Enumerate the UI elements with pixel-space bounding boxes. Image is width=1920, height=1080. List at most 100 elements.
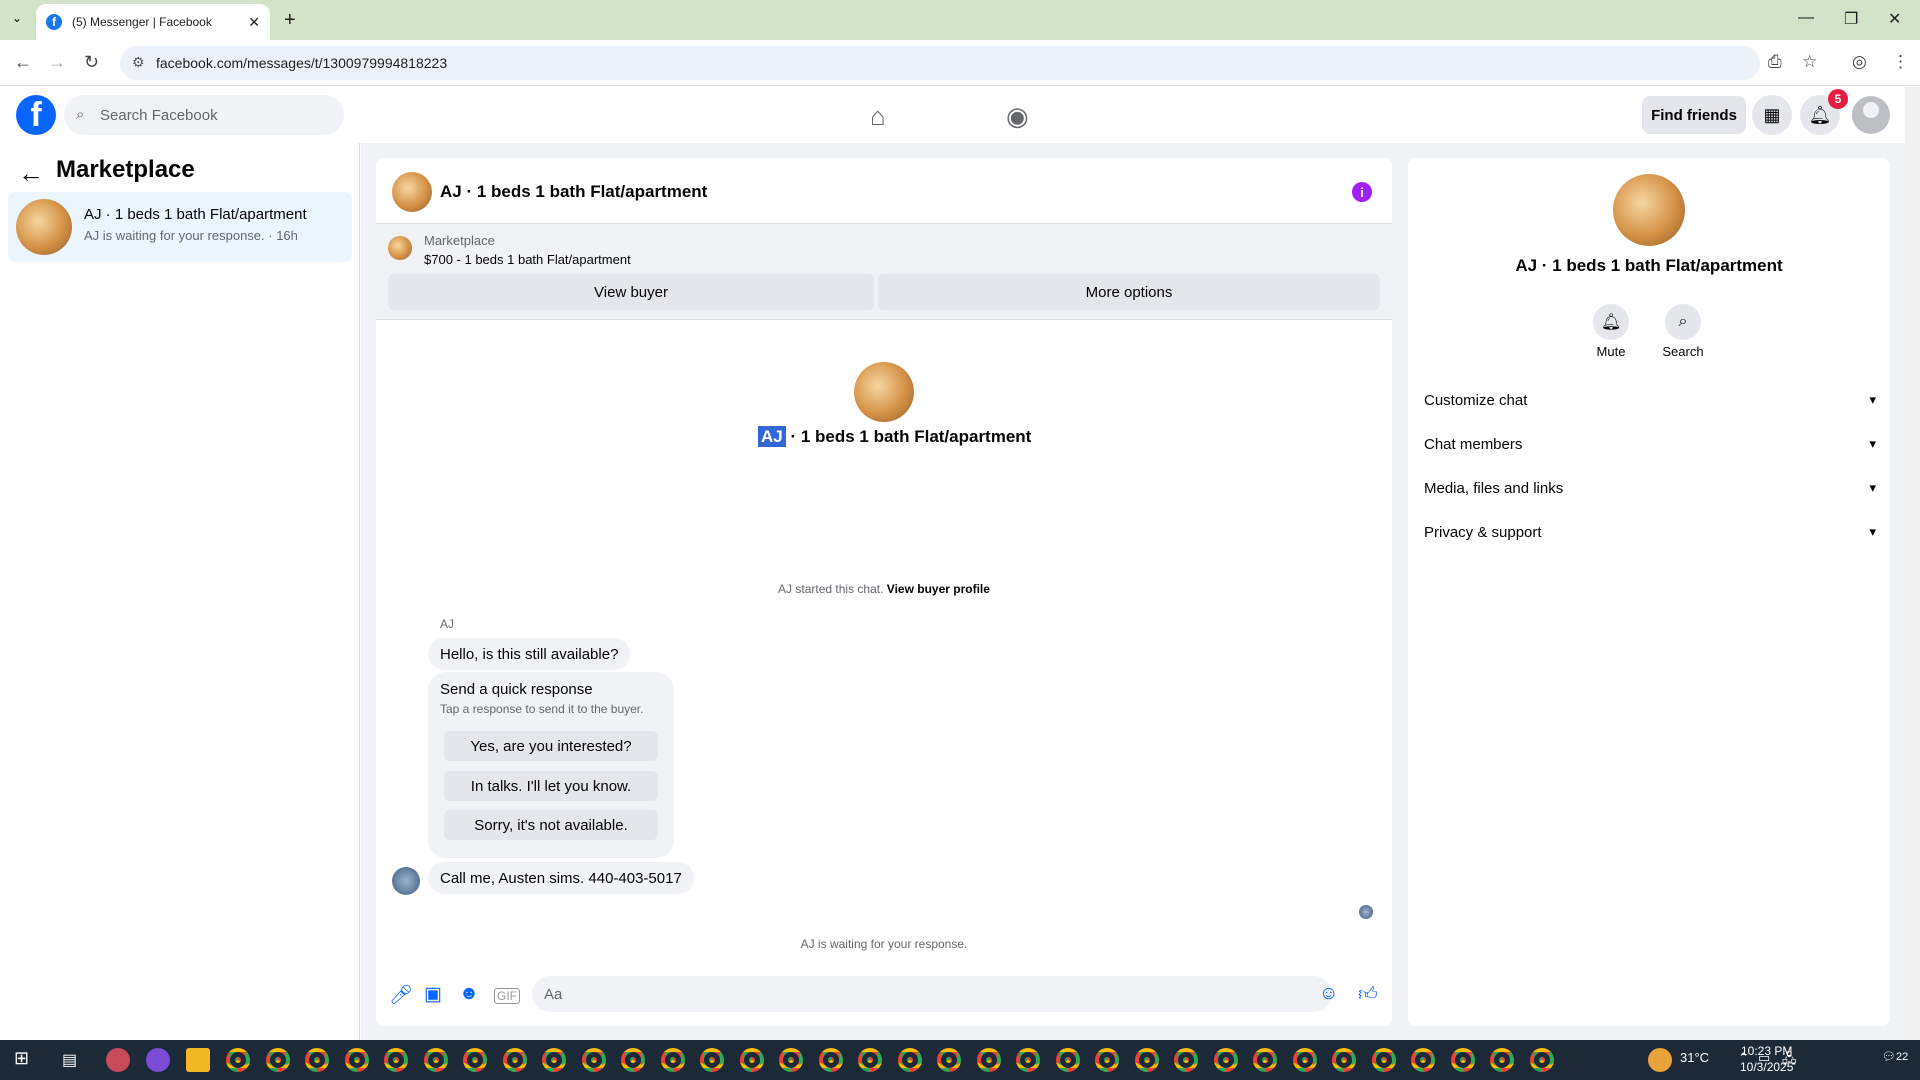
- privacy-support-row[interactable]: Privacy & support ▾: [1424, 514, 1876, 550]
- page-scrollbar[interactable]: [1905, 87, 1920, 1040]
- chrome-window-icon[interactable]: [621, 1048, 645, 1072]
- chrome-window-icon[interactable]: [897, 1048, 922, 1072]
- chrome-window-icon[interactable]: [1371, 1048, 1396, 1072]
- address-bar[interactable]: facebook.com/messages/t/1300979994818223: [120, 46, 1760, 80]
- chrome-window-icon[interactable]: [818, 1048, 843, 1072]
- chrome-window-icon[interactable]: [226, 1048, 250, 1072]
- app-icon[interactable]: [106, 1048, 130, 1072]
- chrome-window-icon[interactable]: [1292, 1048, 1317, 1072]
- view-buyer-profile-link[interactable]: View buyer profile: [887, 582, 990, 596]
- notif-count: 22: [1895, 1051, 1909, 1063]
- start-windows-icon[interactable]: ⊞: [14, 1048, 29, 1069]
- chrome-window-icon[interactable]: [305, 1048, 329, 1072]
- browser-menu-icon[interactable]: ⋮: [1892, 52, 1909, 72]
- notification-center-icon[interactable]: 💬︎22: [1882, 1050, 1908, 1063]
- quick-response-button[interactable]: Yes, are you interested?: [444, 731, 658, 761]
- more-options-button[interactable]: More options: [878, 274, 1380, 310]
- restore-icon[interactable]: ❐: [1844, 9, 1858, 29]
- site-info-icon[interactable]: ⚙: [132, 54, 145, 71]
- home-icon[interactable]: ⌂: [870, 101, 886, 132]
- mute-bell-icon[interactable]: 🔔︎: [1593, 304, 1629, 340]
- back-arrow-icon[interactable]: ←: [18, 158, 44, 189]
- chrome-window-icon[interactable]: [976, 1048, 1001, 1072]
- chrome-window-icon[interactable]: [344, 1048, 369, 1072]
- chrome-window-icon[interactable]: [1332, 1048, 1356, 1072]
- chrome-window-icon[interactable]: [1095, 1048, 1119, 1072]
- grid-menu-icon[interactable]: ▦: [1752, 95, 1792, 135]
- listing-price-title[interactable]: $700 - 1 beds 1 bath Flat/apartment: [424, 252, 631, 267]
- chrome-window-icon[interactable]: [1411, 1048, 1435, 1072]
- new-tab-button[interactable]: +: [284, 9, 296, 32]
- url-text: facebook.com/messages/t/1300979994818223: [156, 55, 448, 71]
- photo-icon[interactable]: ▣: [424, 983, 442, 1006]
- gif-icon[interactable]: GIF: [494, 988, 520, 1004]
- chrome-window-icon[interactable]: [660, 1048, 685, 1072]
- chrome-window-icon[interactable]: [739, 1048, 764, 1072]
- chrome-window-icon[interactable]: [1253, 1048, 1277, 1072]
- temperature[interactable]: 31°C: [1680, 1050, 1709, 1065]
- clock[interactable]: 10:23 PM 10/3/2025: [1740, 1043, 1793, 1075]
- message-input[interactable]: Aa: [532, 976, 1332, 1012]
- chrome-window-icon[interactable]: [779, 1048, 803, 1072]
- tab-search-icon[interactable]: ⌄: [12, 11, 22, 25]
- quick-response-button[interactable]: Sorry, it's not available.: [444, 810, 658, 840]
- chrome-window-icon[interactable]: [858, 1048, 882, 1072]
- chrome-window-icon[interactable]: [463, 1048, 487, 1072]
- back-icon[interactable]: ←: [14, 52, 32, 73]
- mute-label: Mute: [1596, 344, 1626, 359]
- chrome-window-icon[interactable]: [1174, 1048, 1198, 1072]
- sticker-icon[interactable]: ☻: [459, 983, 479, 1005]
- chrome-window-icon[interactable]: [700, 1048, 724, 1072]
- file-explorer-icon[interactable]: [186, 1048, 210, 1072]
- section-label: Customize chat: [1424, 391, 1528, 409]
- sender-name: AJ: [440, 617, 455, 631]
- message-bubble[interactable]: Hello, is this still available?: [428, 638, 631, 670]
- chrome-window-icon[interactable]: [1450, 1048, 1475, 1072]
- account-avatar[interactable]: [1852, 96, 1890, 134]
- chrome-window-icon[interactable]: [384, 1048, 408, 1072]
- groups-icon[interactable]: ◉: [1006, 101, 1029, 132]
- tab-close-icon[interactable]: ✕: [248, 14, 260, 31]
- copilot-icon[interactable]: [146, 1048, 170, 1072]
- chrome-window-icon[interactable]: [423, 1048, 448, 1072]
- info-icon[interactable]: i: [1352, 182, 1372, 202]
- close-window-icon[interactable]: ✕: [1888, 9, 1901, 29]
- chrome-window-icon[interactable]: [542, 1048, 566, 1072]
- weather-icon[interactable]: [1648, 1048, 1672, 1072]
- chat-title[interactable]: AJ · 1 beds 1 bath Flat/apartment: [440, 182, 707, 202]
- chrome-window-icon[interactable]: [581, 1048, 606, 1072]
- chrome-window-icon[interactable]: [937, 1048, 961, 1072]
- sender-avatar[interactable]: [392, 867, 420, 895]
- chrome-window-icon[interactable]: [1529, 1048, 1554, 1072]
- find-friends-button[interactable]: Find friends: [1642, 96, 1746, 134]
- chat-header-avatar[interactable]: [392, 172, 432, 212]
- profile-icon[interactable]: ◎: [1852, 52, 1867, 72]
- chevron-down-icon: ▾: [1869, 392, 1876, 407]
- message-bubble[interactable]: Call me, Austen sims. 440-403-5017: [428, 862, 694, 894]
- thumbs-up-icon[interactable]: 👍︎: [1358, 983, 1378, 1006]
- customize-chat-row[interactable]: Customize chat ▾: [1424, 382, 1876, 418]
- search-facebook-input[interactable]: Search Facebook: [64, 95, 344, 135]
- chrome-window-icon[interactable]: [1490, 1048, 1514, 1072]
- install-app-icon[interactable]: ⎙: [1768, 52, 1782, 72]
- search-icon[interactable]: ⌕: [1665, 304, 1701, 340]
- chrome-window-icon[interactable]: [1134, 1048, 1159, 1072]
- chrome-window-icon[interactable]: [1016, 1048, 1040, 1072]
- bookmark-star-icon[interactable]: ☆: [1802, 52, 1817, 72]
- minimize-icon[interactable]: —: [1798, 9, 1814, 27]
- quick-response-button[interactable]: In talks. I'll let you know.: [444, 771, 658, 801]
- facebook-logo[interactable]: f: [16, 95, 56, 135]
- chrome-window-icon[interactable]: [1055, 1048, 1080, 1072]
- forward-icon[interactable]: →: [48, 52, 66, 73]
- chrome-window-icon[interactable]: [1213, 1048, 1238, 1072]
- microphone-icon[interactable]: 🎤︎: [389, 983, 413, 1007]
- chat-members-row[interactable]: Chat members ▾: [1424, 426, 1876, 462]
- browser-tab[interactable]: f (5) Messenger | Facebook ✕: [36, 4, 270, 40]
- view-buyer-button[interactable]: View buyer: [388, 274, 874, 310]
- task-view-icon[interactable]: ▤: [62, 1050, 77, 1070]
- chrome-window-icon[interactable]: [502, 1048, 527, 1072]
- emoji-icon[interactable]: ☺: [1319, 983, 1338, 1005]
- media-files-links-row[interactable]: Media, files and links ▾: [1424, 470, 1876, 506]
- chrome-window-icon[interactable]: [265, 1048, 290, 1072]
- reload-icon[interactable]: ↻: [84, 52, 99, 73]
